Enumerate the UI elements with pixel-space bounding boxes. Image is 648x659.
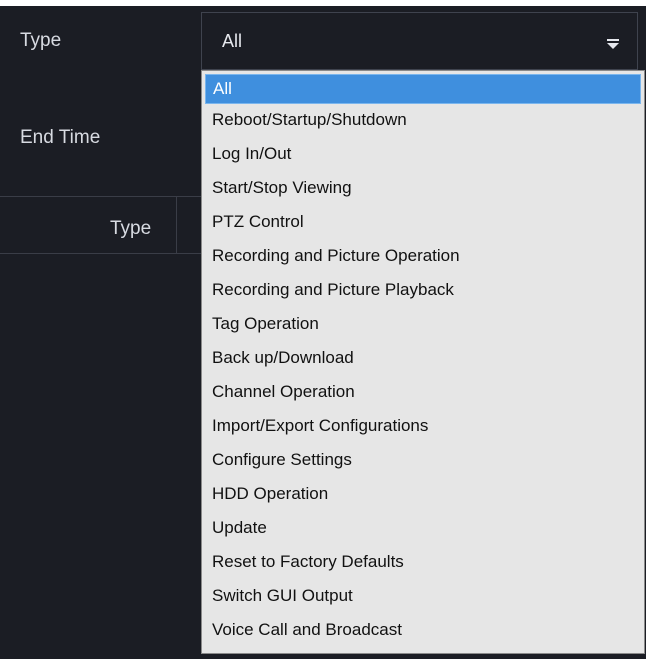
type-option[interactable]: Recording and Picture Playback	[205, 274, 641, 308]
type-option[interactable]: Recording and Picture Operation	[205, 240, 641, 274]
end-time-label: End Time	[20, 127, 101, 148]
type-option[interactable]: Voice Call and Broadcast	[205, 614, 641, 648]
table-header-bottom-border	[0, 253, 201, 254]
table-header-top-border	[0, 196, 201, 197]
type-option[interactable]: Reset to Factory Defaults	[205, 546, 641, 580]
type-option[interactable]: Configure Settings	[205, 444, 641, 478]
type-option[interactable]: Switch GUI Output	[205, 580, 641, 614]
type-option[interactable]: All	[205, 74, 641, 104]
caret-down-icon[interactable]	[605, 36, 621, 52]
type-option[interactable]: Channel Operation	[205, 376, 641, 410]
type-dropdown-list: All Reboot/Startup/Shutdown Log In/Out Star…	[201, 70, 645, 654]
type-select-value: All	[222, 31, 243, 51]
type-option[interactable]: Back up/Download	[205, 342, 641, 376]
log-search-panel: Type End Time Type All All Reboot/Startup…	[0, 0, 646, 659]
table-header-column-divider	[176, 196, 177, 254]
table-header-type: Type	[110, 218, 152, 239]
type-option[interactable]: Import/Export Configurations	[205, 410, 641, 444]
type-option[interactable]: Update	[205, 512, 641, 546]
type-select[interactable]: All	[201, 12, 638, 70]
type-option[interactable]: Tag Operation	[205, 308, 641, 342]
type-option[interactable]: Reboot/Startup/Shutdown	[205, 104, 641, 138]
type-option[interactable]: Start/Stop Viewing	[205, 172, 641, 206]
type-option[interactable]: PTZ Control	[205, 206, 641, 240]
type-option[interactable]: Log In/Out	[205, 138, 641, 172]
type-option[interactable]: HDD Operation	[205, 478, 641, 512]
top-edge	[0, 0, 646, 6]
type-filter-label: Type	[20, 30, 62, 51]
